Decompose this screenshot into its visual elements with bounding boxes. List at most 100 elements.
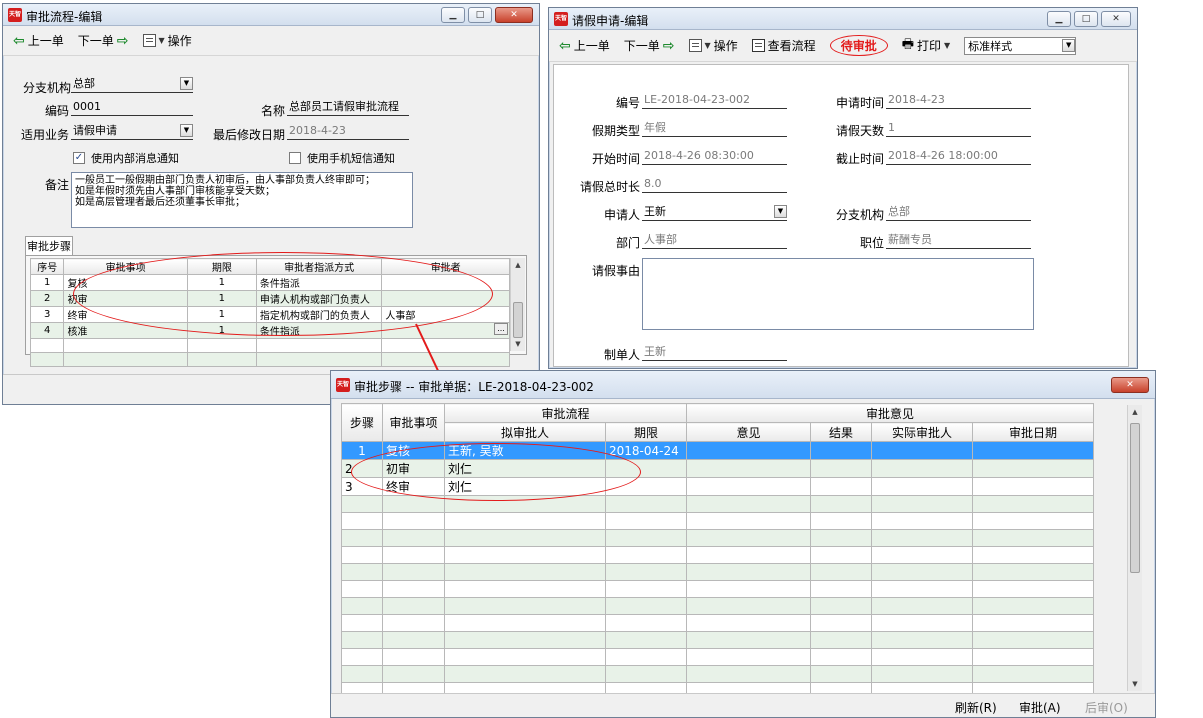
cell: 终审 (382, 477, 445, 496)
table-row[interactable]: 2 初审 刘仁 (341, 459, 1095, 478)
note-textarea[interactable]: 一般员工一般假期由部门负责人初审后，由人事部负责人终审即可； 如是年假时须先由人… (71, 172, 413, 228)
maximize-button[interactable]: □ (1074, 11, 1098, 27)
dropdown-arrow-icon[interactable]: ▼ (180, 124, 193, 137)
note-line: 一般员工一般假期由部门负责人初审后，由人事部负责人终审即可； (75, 175, 375, 186)
table-row[interactable]: 3 终审 刘仁 (341, 477, 1095, 496)
table-row[interactable] (341, 495, 1095, 513)
cell (871, 441, 974, 460)
start-field[interactable]: 2018-4-26 08:30:00 (642, 148, 787, 165)
approve-button[interactable]: 审批(A) (1019, 699, 1061, 716)
close-button[interactable]: ✕ (1111, 377, 1149, 393)
leave-titlebar[interactable]: 天智 请假申请-编辑 ▁ □ ✕ (549, 8, 1137, 30)
reason-textarea[interactable] (642, 258, 1034, 330)
note-line: 如是年假时须先由人事部门审核能享受天数； (75, 186, 275, 197)
table-row[interactable] (341, 665, 1095, 683)
table-row[interactable] (341, 580, 1095, 598)
col-header-step[interactable]: 步骤 (341, 403, 383, 442)
post-approve-button[interactable]: 后审(O) (1085, 699, 1128, 716)
col-header[interactable]: 审批者 (381, 258, 510, 275)
col-header[interactable]: 实际审批人 (871, 422, 974, 442)
days-field[interactable]: 1 (886, 120, 1031, 137)
cell (381, 290, 510, 307)
branch-combo[interactable]: 总部 ▼ (71, 76, 193, 93)
col-header[interactable]: 拟审批人 (444, 422, 606, 442)
business-combo[interactable]: 请假申请 ▼ (71, 123, 193, 140)
caret-down-icon: ▼ (944, 41, 951, 50)
cell: 1 (29, 274, 65, 291)
end-field[interactable]: 2018-4-26 18:00:00 (886, 148, 1031, 165)
workflow-titlebar[interactable]: 天智 审批流程-编辑 ▁ □ ✕ (3, 4, 539, 26)
maximize-button[interactable]: □ (468, 7, 492, 23)
note-label: 备注 (44, 178, 69, 192)
sms-checkbox[interactable]: 使用手机短信通知 (289, 150, 395, 166)
name-field[interactable]: 总部员工请假审批流程 (287, 99, 409, 116)
cell: 2 (29, 290, 65, 307)
table-row-selected[interactable]: 1 复核 王新, 吴敦 2018-04-24 (341, 441, 1095, 460)
code-field[interactable]: 0001 (71, 99, 193, 116)
scroll-down-icon[interactable]: ▼ (1128, 677, 1142, 691)
col-header-item[interactable]: 审批事项 (382, 403, 445, 442)
col-header[interactable]: 审批事项 (63, 258, 188, 275)
col-header[interactable]: 审批者指派方式 (255, 258, 383, 275)
app-logo: 天智 (8, 8, 22, 22)
col-header-opinion: 审批意见 (686, 403, 1095, 423)
cell: 指定机构或部门的负责人 (255, 306, 383, 323)
internal-msg-checkbox[interactable]: ✓ 使用内部消息通知 (73, 150, 179, 166)
table-row[interactable] (341, 529, 1095, 547)
prev-record-button[interactable]: ⇦ 上一单 (13, 32, 64, 49)
app-logo: 天智 (336, 378, 350, 392)
operations-menu[interactable]: ▼ 操作 (688, 37, 738, 54)
col-header[interactable]: 期限 (186, 258, 257, 275)
table-row[interactable] (341, 631, 1095, 649)
col-header[interactable]: 审批日期 (972, 422, 1095, 442)
minimize-button[interactable]: ▁ (441, 7, 465, 23)
table-row[interactable] (341, 546, 1095, 564)
close-button[interactable]: ✕ (495, 7, 533, 23)
table-row[interactable] (341, 648, 1095, 666)
col-header[interactable]: 结果 (810, 422, 873, 442)
next-label: 下一单 (623, 39, 660, 53)
cell: 条件指派 (255, 274, 383, 291)
table-row[interactable] (341, 597, 1095, 615)
table-row[interactable] (341, 614, 1095, 632)
applicant-combo[interactable]: 王新 ▼ (642, 204, 787, 221)
dropdown-arrow-icon[interactable]: ▼ (774, 205, 787, 218)
col-header[interactable]: 意见 (686, 422, 812, 442)
tab-approval-steps[interactable]: 审批步骤 (25, 236, 73, 256)
position-field: 薪酬专员 (886, 232, 1031, 249)
steps-scrollbar[interactable]: ▲ ▼ (510, 258, 525, 351)
table-row[interactable]: 1 复核 1 条件指派 (29, 274, 510, 291)
refresh-button[interactable]: 刷新(R) (955, 699, 997, 716)
scroll-down-icon[interactable]: ▼ (511, 337, 525, 351)
col-header[interactable]: 序号 (29, 258, 65, 275)
next-record-button[interactable]: 下一单 ⇨ (78, 32, 129, 49)
next-record-button[interactable]: 下一单 ⇨ (624, 37, 675, 54)
table-row[interactable]: 2 初审 1 申请人机构或部门负责人 (29, 290, 510, 307)
print-style-select[interactable]: 标准样式 ▼ (964, 36, 1077, 55)
cell: 1 (186, 290, 257, 307)
cell: 条件指派 (255, 322, 383, 339)
table-row[interactable] (341, 563, 1095, 581)
view-flow-label: 查看流程 (767, 39, 816, 53)
steps-dialog-scrollbar[interactable]: ▲ ▼ (1127, 405, 1142, 691)
type-field[interactable]: 年假 (642, 120, 787, 137)
branch-field: 总部 (886, 204, 1031, 221)
scroll-up-icon[interactable]: ▲ (511, 258, 525, 272)
ellipsis-button[interactable]: ... (494, 323, 508, 335)
steps-titlebar[interactable]: 天智 审批步骤 -- 审批单据：LE-2018-04-23-002 ✕ (331, 371, 1155, 399)
scroll-up-icon[interactable]: ▲ (1128, 405, 1142, 419)
col-header[interactable]: 期限 (604, 422, 688, 442)
scroll-thumb[interactable] (513, 302, 523, 338)
app-logo: 天智 (554, 12, 568, 26)
print-button[interactable]: 🖶 打印 ▼ (902, 35, 950, 57)
dropdown-arrow-icon[interactable]: ▼ (1062, 38, 1076, 52)
prev-record-button[interactable]: ⇦ 上一单 (559, 37, 610, 54)
table-row[interactable] (341, 512, 1095, 530)
dropdown-arrow-icon[interactable]: ▼ (180, 77, 193, 90)
scroll-thumb[interactable] (1130, 423, 1140, 573)
close-button[interactable]: ✕ (1101, 11, 1131, 27)
view-flow-button[interactable]: 查看流程 (751, 37, 816, 54)
operations-menu[interactable]: ▼ 操作 (142, 32, 192, 49)
minimize-button[interactable]: ▁ (1047, 11, 1071, 27)
flow-chart-icon (751, 39, 765, 52)
